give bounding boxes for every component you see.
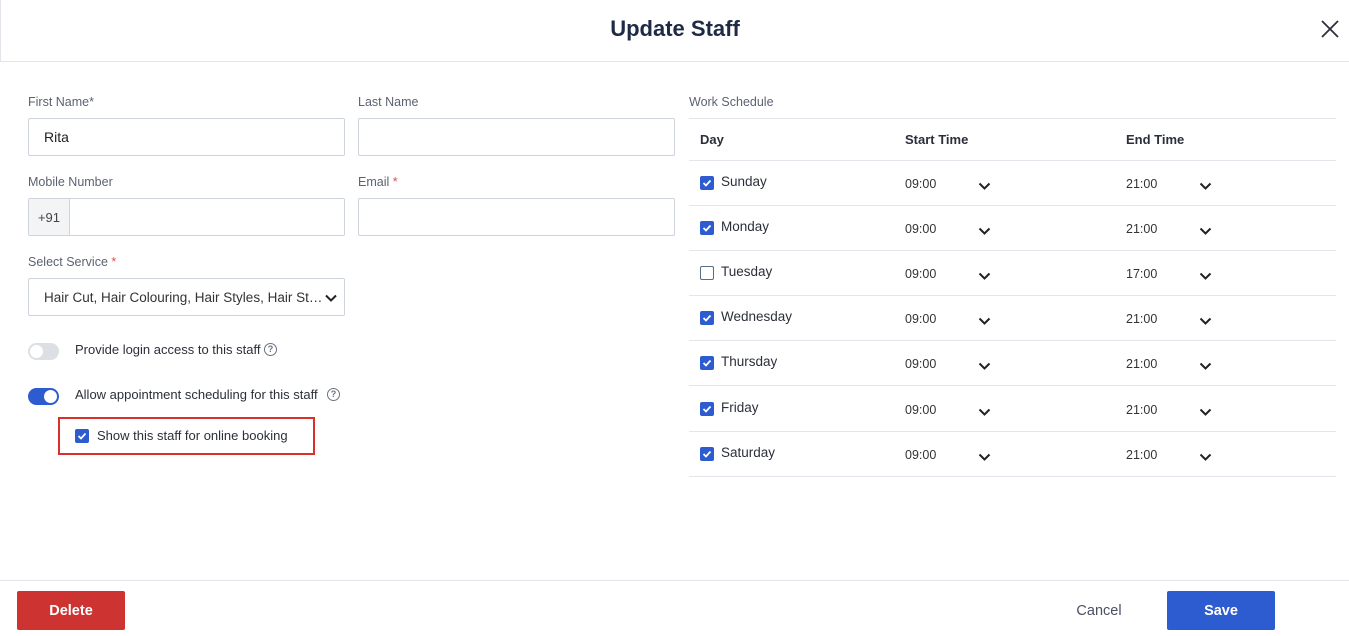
chevron-down-icon[interactable] <box>978 404 991 416</box>
start-time-select[interactable]: 09:00 <box>905 357 936 371</box>
day-label: Monday <box>721 218 770 234</box>
country-code-prefix: +91 <box>29 199 70 235</box>
start-time-select[interactable]: 09:00 <box>905 448 936 462</box>
end-time-select[interactable]: 21:00 <box>1126 222 1157 236</box>
row-divider <box>689 295 1336 296</box>
mobile-number-label: Mobile Number <box>28 175 113 189</box>
chevron-down-icon[interactable] <box>1199 313 1212 325</box>
row-divider <box>689 205 1336 206</box>
chevron-down-icon[interactable] <box>1199 358 1212 370</box>
select-service-dropdown[interactable]: Hair Cut, Hair Colouring, Hair Styles, H… <box>28 278 345 316</box>
work-schedule-label: Work Schedule <box>689 95 774 109</box>
day-checkbox[interactable] <box>700 265 714 280</box>
cancel-button[interactable]: Cancel <box>1068 591 1130 630</box>
appointment-scheduling-label: Allow appointment scheduling for this st… <box>75 387 318 402</box>
delete-button[interactable]: Delete <box>17 591 125 630</box>
start-time-column-header: Start Time <box>905 132 969 147</box>
row-divider <box>689 340 1336 341</box>
last-name-field[interactable] <box>358 118 675 156</box>
first-name-label: First Name* <box>28 95 94 109</box>
chevron-down-icon[interactable] <box>1199 268 1212 280</box>
row-divider <box>689 431 1336 432</box>
toggle-knob <box>44 390 57 403</box>
day-label: Sunday <box>721 173 767 189</box>
end-time-select[interactable]: 21:00 <box>1126 357 1157 371</box>
email-label-text: Email <box>358 175 390 189</box>
email-required-marker: * <box>392 175 398 189</box>
save-button[interactable]: Save <box>1167 591 1275 630</box>
last-name-label: Last Name <box>358 95 419 109</box>
day-checkbox[interactable] <box>700 401 714 416</box>
day-label: Friday <box>721 399 759 415</box>
start-time-select[interactable]: 09:00 <box>905 222 936 236</box>
day-checkbox[interactable] <box>700 220 714 235</box>
dialog-footer: Delete Cancel Save <box>0 580 1349 636</box>
end-time-select[interactable]: 21:00 <box>1126 177 1157 191</box>
login-access-toggle[interactable] <box>28 343 59 360</box>
start-time-select[interactable]: 09:00 <box>905 177 936 191</box>
chevron-down-icon[interactable] <box>978 178 991 190</box>
dialog-title: Update Staff <box>610 16 740 41</box>
close-icon[interactable] <box>1319 18 1341 40</box>
chevron-down-icon[interactable] <box>1199 404 1212 416</box>
email-label: Email * <box>358 175 398 189</box>
first-name-field[interactable]: Rita <box>28 118 345 156</box>
row-divider <box>689 250 1336 251</box>
day-column-header: Day <box>700 132 724 147</box>
end-time-select[interactable]: 21:00 <box>1126 312 1157 326</box>
chevron-down-icon[interactable] <box>1199 449 1212 461</box>
email-field[interactable] <box>358 198 675 236</box>
update-staff-dialog: Update Staff First Name* Rita Last Name … <box>0 0 1349 636</box>
day-checkbox[interactable] <box>700 446 714 461</box>
end-time-select[interactable]: 17:00 <box>1126 267 1157 281</box>
chevron-down-icon[interactable] <box>978 358 991 370</box>
divider <box>689 118 1336 119</box>
row-divider <box>689 385 1336 386</box>
chevron-down-icon[interactable] <box>978 223 991 235</box>
day-label: Wednesday <box>721 308 793 324</box>
service-required-marker: * <box>111 255 117 269</box>
select-service-label: Select Service * <box>28 255 116 269</box>
help-icon[interactable]: ? <box>264 343 277 356</box>
toggle-knob <box>30 345 43 358</box>
chevron-down-icon[interactable] <box>978 268 991 280</box>
end-time-column-header: End Time <box>1126 132 1185 147</box>
start-time-select[interactable]: 09:00 <box>905 312 936 326</box>
day-checkbox[interactable] <box>700 355 714 370</box>
mobile-number-field[interactable]: +91 <box>28 198 345 236</box>
day-label: Saturday <box>721 444 776 460</box>
select-service-value: Hair Cut, Hair Colouring, Hair Styles, H… <box>44 289 326 305</box>
first-name-value: Rita <box>44 129 69 145</box>
day-label: Tuesday <box>721 263 773 279</box>
chevron-down-icon[interactable] <box>1199 178 1212 190</box>
online-booking-label: Show this staff for online booking <box>97 428 288 443</box>
select-service-label-text: Select Service <box>28 255 108 269</box>
end-time-select[interactable]: 21:00 <box>1126 403 1157 417</box>
day-checkbox[interactable] <box>700 310 714 325</box>
day-label: Thursday <box>721 353 778 369</box>
day-checkbox[interactable] <box>700 175 714 190</box>
chevron-down-icon[interactable] <box>1199 223 1212 235</box>
start-time-select[interactable]: 09:00 <box>905 403 936 417</box>
help-icon[interactable]: ? <box>327 388 340 401</box>
login-access-label: Provide login access to this staff <box>75 342 261 357</box>
chevron-down-icon[interactable] <box>978 449 991 461</box>
end-time-select[interactable]: 21:00 <box>1126 448 1157 462</box>
appointment-scheduling-toggle[interactable] <box>28 388 59 405</box>
chevron-down-icon <box>324 291 338 305</box>
online-booking-checkbox[interactable] <box>75 429 89 443</box>
start-time-select[interactable]: 09:00 <box>905 267 936 281</box>
divider <box>689 160 1336 161</box>
row-divider <box>689 476 1336 477</box>
dialog-header: Update Staff <box>0 0 1349 62</box>
chevron-down-icon[interactable] <box>978 313 991 325</box>
